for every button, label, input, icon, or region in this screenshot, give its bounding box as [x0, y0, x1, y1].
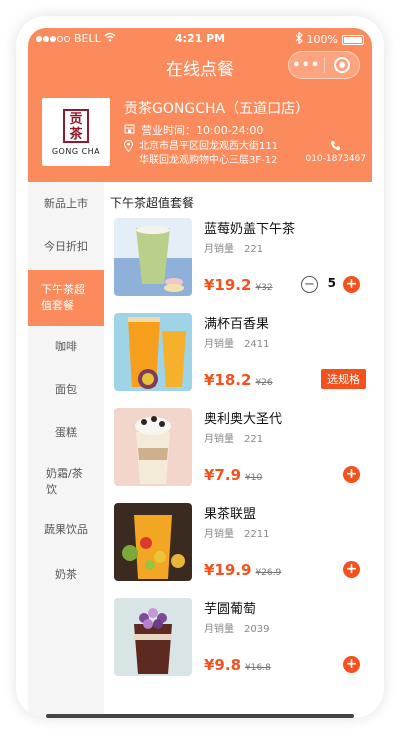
shop-address[interactable]: 北京市昌平区回龙观西大街111 华联回龙观购物中心三层3F-12 — [123, 139, 279, 168]
sidebar-item-cream-tea[interactable]: 奶霜/茶饮 — [28, 454, 104, 510]
sidebar-item-afternoon-tea[interactable]: 下午茶超值套餐 — [28, 270, 104, 326]
more-dots-icon[interactable]: ••• — [289, 58, 324, 73]
phone-icon — [305, 140, 366, 154]
sidebar-item-new[interactable]: 新品上市 — [28, 182, 104, 226]
product-sales: 月销量 221 — [204, 244, 264, 255]
shop-logo: 贡茶 GONG CHA — [42, 98, 110, 166]
shop-name: 贡茶GONGCHA（五道口店） — [124, 101, 310, 117]
shop-hours: 营业时间：10:00-24:00 — [124, 122, 263, 138]
phone-frame: BELL 4:21 PM 100% 在线点餐 ••• 贡茶 GONG CHA 贡… — [16, 16, 384, 718]
add-to-cart-button[interactable]: + — [343, 466, 360, 483]
product-old-price: ¥16.8 — [245, 663, 271, 673]
sidebar-item-cake[interactable]: 蛋糕 — [28, 412, 104, 454]
product-name: 满杯百香果 — [204, 317, 270, 332]
product-item[interactable]: 芋圆葡萄 月销量 2039 ¥9.8 ¥16.8 + — [114, 598, 366, 682]
add-to-cart-button[interactable]: + — [343, 276, 360, 293]
sidebar-item-label: 奶霜/茶饮 — [46, 467, 83, 496]
product-item[interactable]: 奥利奥大圣代 月销量 221 ¥7.9 ¥10 + — [114, 408, 366, 492]
product-sales: 月销量 2039 — [204, 624, 270, 635]
product-sales: 月销量 2411 — [204, 339, 270, 350]
sidebar-item-coffee[interactable]: 咖啡 — [28, 326, 104, 368]
shop-hours-text: 营业时间：10:00-24:00 — [141, 124, 264, 137]
sidebar-item-label: 蔬果饮品 — [44, 523, 88, 536]
product-name: 芋圆葡萄 — [204, 602, 257, 617]
shop-header: BELL 4:21 PM 100% 在线点餐 ••• 贡茶 GONG CHA 贡… — [28, 28, 372, 182]
product-image-taro-grape — [114, 598, 192, 676]
sidebar-item-label: 面包 — [55, 383, 77, 396]
product-old-price: ¥32 — [255, 283, 273, 293]
logo-brand: GONG CHA — [51, 146, 101, 156]
mini-program-capsule: ••• — [288, 51, 360, 79]
battery-icon — [342, 34, 364, 45]
sidebar-item-fruit-drinks[interactable]: 蔬果饮品 — [28, 510, 104, 550]
section-title: 下午茶超值套餐 — [110, 196, 195, 210]
product-list: 下午茶超值套餐 蓝莓奶盖下午茶 月销量 221 ¥19.2 ¥32 − 5 + 满… — [104, 182, 372, 718]
address-line-2: 华联回龙观购物中心三层3F-12 — [139, 155, 278, 166]
sidebar-item-label: 新品上市 — [44, 197, 88, 210]
sidebar-item-label: 咖啡 — [55, 340, 77, 353]
category-sidebar: 新品上市 今日折扣 下午茶超值套餐 咖啡 面包 蛋糕 奶霜/茶饮 蔬果饮品 奶茶 — [28, 182, 104, 718]
product-price: ¥19.2 ¥32 — [204, 276, 273, 294]
sidebar-item-milk-tea[interactable]: 奶茶 — [28, 550, 104, 600]
product-sales: 月销量 221 — [204, 434, 264, 445]
product-sales: 月销量 2211 — [204, 529, 270, 540]
product-image-oreo-sundae — [114, 408, 192, 486]
shop-phone[interactable]: 010-1873467 — [305, 140, 366, 164]
product-image-passion-fruit — [114, 313, 192, 391]
product-quantity: 5 — [327, 276, 336, 290]
product-image-fruit-tea — [114, 503, 192, 581]
add-to-cart-button[interactable]: + — [343, 656, 360, 673]
product-name: 果茶联盟 — [204, 507, 257, 522]
decrease-quantity-button[interactable]: − — [301, 276, 318, 293]
product-old-price: ¥26 — [255, 378, 273, 388]
sidebar-item-label: 奶茶 — [55, 568, 77, 581]
status-bar: BELL 4:21 PM 100% — [28, 28, 372, 48]
cart-bar-edge — [46, 714, 354, 718]
sidebar-item-label: 下午茶超值套餐 — [41, 283, 85, 312]
shop-phone-number: 010-1873467 — [305, 154, 366, 164]
bluetooth-icon — [295, 31, 303, 47]
app-screen: BELL 4:21 PM 100% 在线点餐 ••• 贡茶 GONG CHA 贡… — [28, 28, 372, 718]
store-icon — [124, 124, 135, 137]
target-circle-icon[interactable] — [325, 57, 360, 73]
location-pin-icon — [123, 139, 134, 168]
sidebar-item-bread[interactable]: 面包 — [28, 368, 104, 412]
battery-percent: 100% — [306, 33, 338, 46]
logo-seal: 贡茶 — [63, 108, 89, 143]
product-item[interactable]: 果茶联盟 月销量 2211 ¥19.9 ¥26.9 + — [114, 503, 366, 587]
sidebar-item-discount[interactable]: 今日折扣 — [28, 226, 104, 268]
product-old-price: ¥10 — [245, 473, 263, 483]
product-item[interactable]: 满杯百香果 月销量 2411 ¥18.2 ¥26 选规格 — [114, 313, 366, 397]
product-image-blueberry — [114, 218, 192, 296]
product-price: ¥19.9 ¥26.9 — [204, 561, 282, 579]
add-to-cart-button[interactable]: + — [343, 561, 360, 578]
product-price: ¥9.8 ¥16.8 — [204, 656, 271, 674]
product-name: 奥利奥大圣代 — [204, 412, 283, 427]
address-line-1: 北京市昌平区回龙观西大街111 — [139, 141, 279, 152]
sidebar-item-label: 蛋糕 — [55, 426, 77, 439]
product-price: ¥18.2 ¥26 — [204, 371, 273, 389]
product-old-price: ¥26.9 — [255, 568, 282, 578]
product-price: ¥7.9 ¥10 — [204, 466, 263, 484]
product-name: 蓝莓奶盖下午茶 — [204, 222, 296, 237]
select-options-button[interactable]: 选规格 — [321, 369, 366, 389]
product-item[interactable]: 蓝莓奶盖下午茶 月销量 221 ¥19.2 ¥32 − 5 + — [114, 218, 366, 302]
sidebar-item-label: 今日折扣 — [44, 240, 88, 253]
